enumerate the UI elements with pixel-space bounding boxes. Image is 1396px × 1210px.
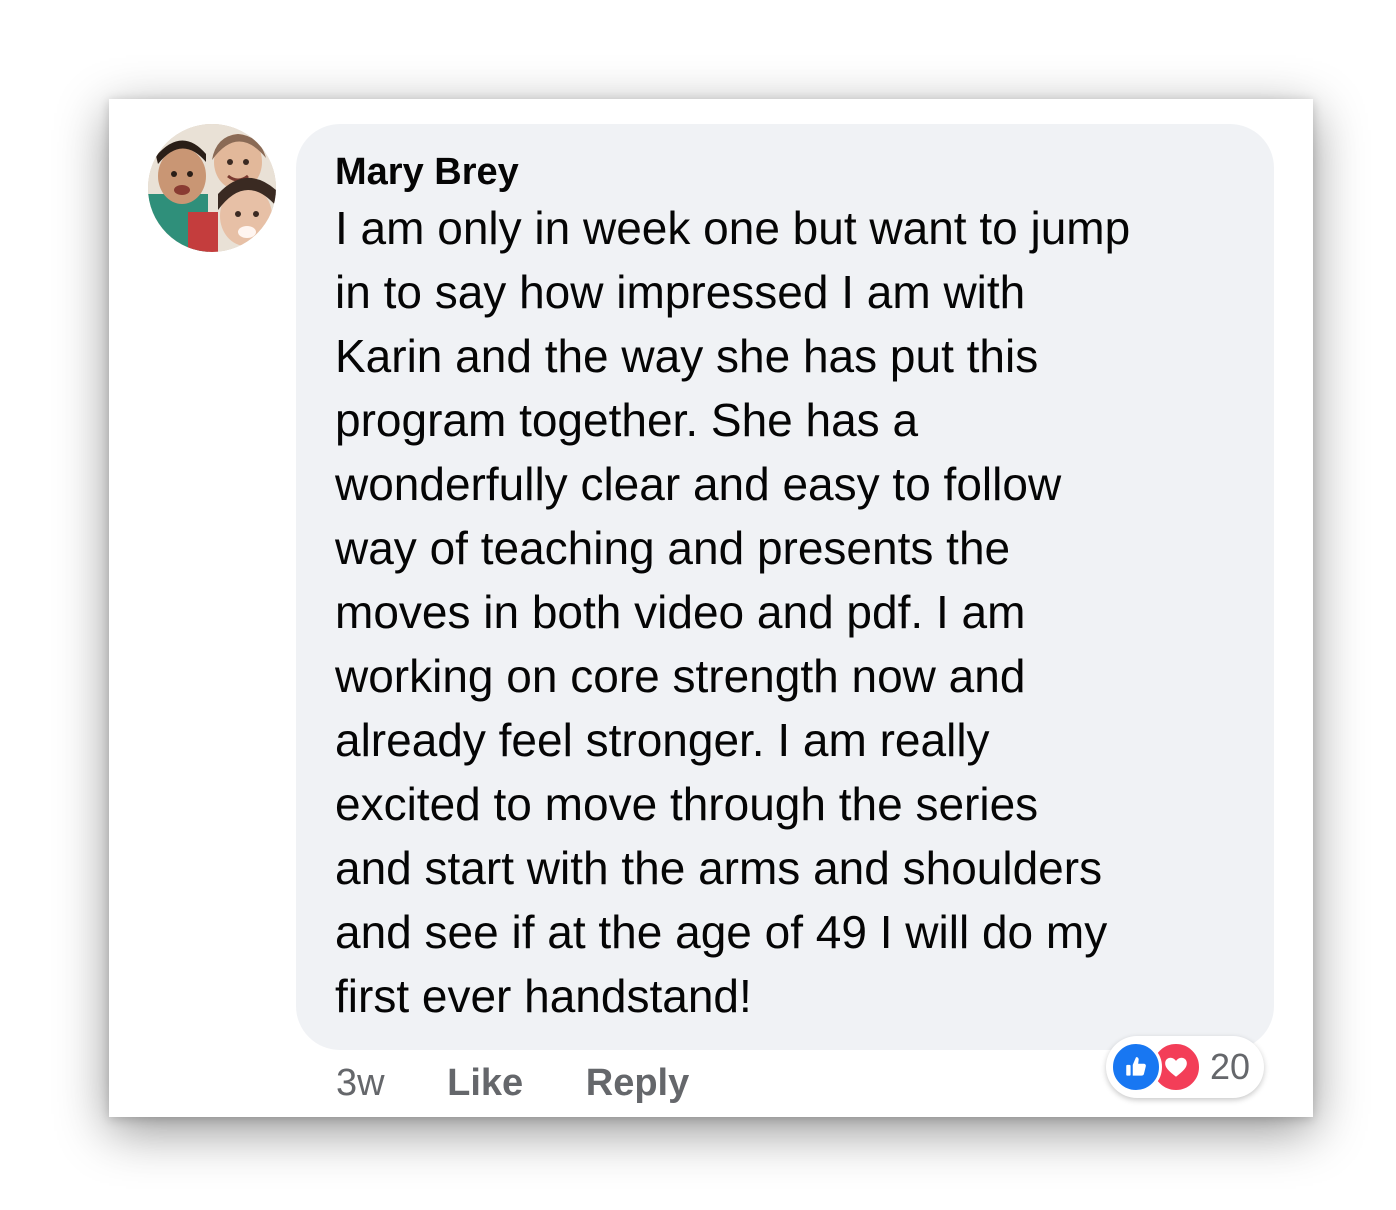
comment-text-line: and see if at the age of 49 I will do my <box>335 906 1108 958</box>
comment-text-line: moves in both video and pdf. I am <box>335 586 1026 638</box>
comment-text-line: first ever handstand! <box>335 970 752 1022</box>
avatar-photo <box>148 124 276 252</box>
like-button[interactable]: Like <box>447 1058 523 1108</box>
comment-text-line: wonderfully clear and easy to follow <box>335 458 1062 510</box>
reply-button[interactable]: Reply <box>586 1058 689 1108</box>
author-name[interactable]: Mary Brey <box>335 148 1244 196</box>
comment-text-line: I am only in week one but want to jump <box>335 202 1131 254</box>
comment-text-line: already feel stronger. I am really <box>335 714 990 766</box>
thumbs-up-icon <box>1110 1041 1162 1093</box>
comment-text-line: way of teaching and presents the <box>335 522 1011 574</box>
avatar[interactable] <box>148 124 276 252</box>
comment-text-line: program together. She has a <box>335 394 919 446</box>
screenshot-stage: Mary Brey I am only in week one but want… <box>0 0 1396 1210</box>
comment-text-line: excited to move through the series <box>335 778 1039 830</box>
comment-text-line: working on core strength now and <box>335 650 1026 702</box>
comment-text-line: and start with the arms and shoulders <box>335 842 1103 894</box>
timestamp[interactable]: 3w <box>336 1058 385 1108</box>
comment-bubble: Mary Brey I am only in week one but want… <box>296 124 1274 1050</box>
comment-text-line: in to say how impressed I am with <box>335 266 1026 318</box>
reaction-summary[interactable]: 20 <box>1106 1036 1265 1098</box>
reaction-count: 20 <box>1210 1046 1251 1087</box>
comment-text: I am only in week one but want to jump i… <box>335 196 1244 1028</box>
comment-text-line: Karin and the way she has put this <box>335 330 1039 382</box>
comment-actions: 3w Like Reply <box>336 1058 689 1108</box>
